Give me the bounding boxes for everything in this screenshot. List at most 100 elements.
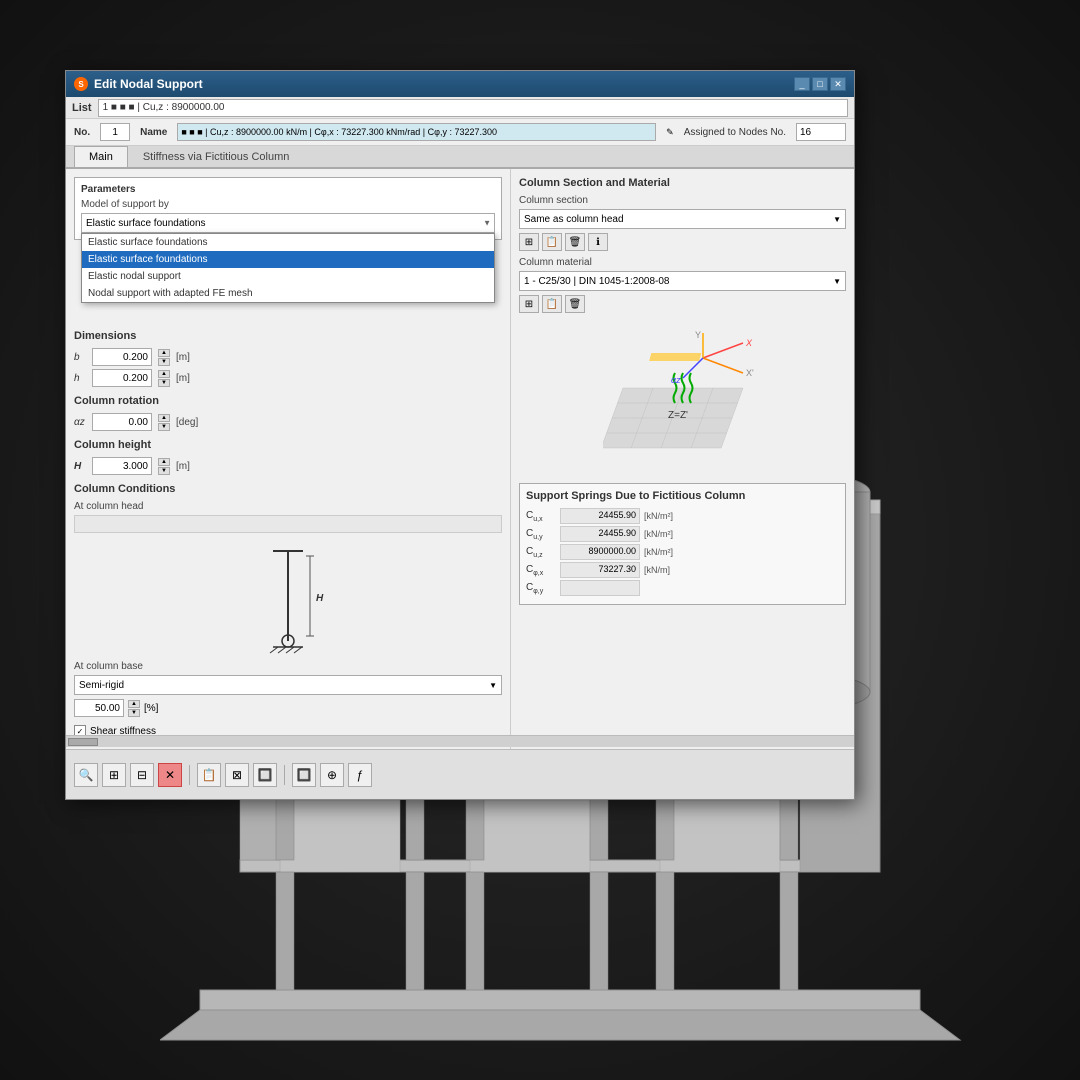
scrollbar-thumb[interactable] xyxy=(68,738,98,746)
minimize-button[interactable]: _ xyxy=(794,77,810,91)
col-diagram: H xyxy=(74,541,502,661)
coord-svg: X X' Y αz Z=Z' xyxy=(603,328,763,468)
az-unit: [deg] xyxy=(176,417,198,428)
dropdown-option-3[interactable]: Elastic nodal support xyxy=(82,268,494,285)
dropdown-arrow-icon: ▼ xyxy=(483,219,491,228)
col-base-section: At column base Semi-rigid ▼ ▲ ▼ [%] xyxy=(74,661,502,717)
springs-label: Support Springs Due to Fictitious Column xyxy=(526,490,839,502)
dropdown-option-2[interactable]: Elastic surface foundations xyxy=(82,251,494,268)
section-icon-1[interactable]: ⊞ xyxy=(519,233,539,251)
dim-h-label: h xyxy=(74,373,86,384)
svg-text:Z=Z': Z=Z' xyxy=(668,410,688,421)
list-item[interactable]: 1 ■ ■ ■ | Cu,z : 8900000.00 xyxy=(98,99,848,117)
dim-b-field[interactable] xyxy=(92,348,152,366)
dropdown-popup: Elastic surface foundations Elastic surf… xyxy=(81,233,495,303)
tab-stiffness[interactable]: Stiffness via Fictitious Column xyxy=(128,146,305,167)
spring-label-0: Cu,x xyxy=(526,510,556,523)
svg-text:X: X xyxy=(745,338,753,348)
spin-down-pct-icon[interactable]: ▼ xyxy=(128,709,140,717)
toolbar-btn-2[interactable]: ⊞ xyxy=(102,763,126,787)
tab-main[interactable]: Main xyxy=(74,146,128,167)
no-field[interactable] xyxy=(100,123,130,141)
svg-text:X': X' xyxy=(746,368,754,378)
percent-field[interactable] xyxy=(74,699,124,717)
toolbar-btn-3[interactable]: ⊟ xyxy=(130,763,154,787)
model-dropdown[interactable]: Elastic surface foundations ▼ xyxy=(81,213,495,233)
spring-value-1: 24455.90 xyxy=(560,526,640,542)
spring-value-0: 24455.90 xyxy=(560,508,640,524)
tab-bar: Main Stiffness via Fictitious Column xyxy=(66,146,854,169)
dim-b-spinner[interactable]: ▲ ▼ xyxy=(158,349,170,366)
spin-down-h-icon[interactable]: ▼ xyxy=(158,379,170,387)
base-select[interactable]: Semi-rigid ▼ xyxy=(74,675,502,695)
material-icon-1[interactable]: ⊞ xyxy=(519,295,539,313)
toolbar-btn-9[interactable]: ⊕ xyxy=(320,763,344,787)
name-field[interactable] xyxy=(177,123,656,141)
material-icon-3[interactable]: 🗑 xyxy=(565,295,585,313)
model-dropdown-container: Elastic surface foundations ▼ Elastic su… xyxy=(81,213,495,233)
toolbar-delete-btn[interactable]: ✕ xyxy=(158,763,182,787)
right-panel: Column Section and Material Column secti… xyxy=(511,169,854,787)
toolbar-btn-10[interactable]: ƒ xyxy=(348,763,372,787)
az-field[interactable] xyxy=(92,413,152,431)
col-height-section: Column height H ▲ ▼ [m] xyxy=(74,439,502,475)
params-label: Parameters xyxy=(81,184,495,195)
base-dropdown-arrow: ▼ xyxy=(489,681,497,690)
H-field[interactable] xyxy=(92,457,152,475)
toolbar-btn-7[interactable]: 🔲 xyxy=(253,763,277,787)
toolbar-btn-1[interactable]: 🔍 xyxy=(74,763,98,787)
edit-icon[interactable]: ✎ xyxy=(666,127,674,138)
assigned-field[interactable] xyxy=(796,123,846,141)
section-icon-row: ⊞ 📋 🗑 ℹ xyxy=(519,233,846,251)
spin-down-icon[interactable]: ▼ xyxy=(158,358,170,366)
col-rotation-row: αz ▲ ▼ [deg] xyxy=(74,413,502,431)
left-panel: Parameters Model of support by Elastic s… xyxy=(66,169,511,787)
toolbar-btn-5[interactable]: 📋 xyxy=(197,763,221,787)
spring-label-1: Cu,y xyxy=(526,528,556,541)
toolbar-btn-8[interactable]: 🔲 xyxy=(292,763,316,787)
percent-spinner[interactable]: ▲ ▼ xyxy=(128,700,140,717)
section-icon-3[interactable]: 🗑 xyxy=(565,233,585,251)
section-info-icon[interactable]: ℹ xyxy=(588,233,608,251)
dim-b-row: b ▲ ▼ [m] xyxy=(74,348,502,366)
dims-section: Dimensions b ▲ ▼ [m] h ▲ ▼ xyxy=(74,330,502,387)
dropdown-option-4[interactable]: Nodal support with adapted FE mesh xyxy=(82,285,494,302)
spin-up-H-icon[interactable]: ▲ xyxy=(158,458,170,466)
dim-b-label: b xyxy=(74,352,86,363)
model-dropdown-value: Elastic surface foundations xyxy=(86,218,206,229)
spin-up-h-icon[interactable]: ▲ xyxy=(158,370,170,378)
svg-text:Y: Y xyxy=(695,330,701,340)
col-section-dropdown[interactable]: Same as column head ▼ xyxy=(519,209,846,229)
model-support-label: Model of support by xyxy=(81,199,495,210)
spring-label-4: Cφ,y xyxy=(526,582,556,595)
dim-h-spinner[interactable]: ▲ ▼ xyxy=(158,370,170,387)
spin-up-pct-icon[interactable]: ▲ xyxy=(128,700,140,708)
section-icon-2[interactable]: 📋 xyxy=(542,233,562,251)
scrollbar-horizontal[interactable] xyxy=(66,735,854,747)
col-material-dropdown[interactable]: 1 - C25/30 | DIN 1045-1:2008-08 ▼ xyxy=(519,271,846,291)
az-spinner[interactable]: ▲ ▼ xyxy=(158,414,170,431)
close-button[interactable]: ✕ xyxy=(830,77,846,91)
material-icon-2[interactable]: 📋 xyxy=(542,295,562,313)
spin-up-az-icon[interactable]: ▲ xyxy=(158,414,170,422)
dim-h-field[interactable] xyxy=(92,369,152,387)
list-label: List xyxy=(72,102,92,114)
col-section-material: Column Section and Material Column secti… xyxy=(519,177,846,313)
no-name-row: No. Name ✎ Assigned to Nodes No. xyxy=(66,119,854,146)
spring-value-2: 8900000.00 xyxy=(560,544,640,560)
section-arrow-icon: ▼ xyxy=(833,215,841,224)
H-spinner[interactable]: ▲ ▼ xyxy=(158,458,170,475)
spring-unit-1: [kN/m²] xyxy=(644,529,673,539)
spring-label-3: Cφ,x xyxy=(526,564,556,577)
spin-up-icon[interactable]: ▲ xyxy=(158,349,170,357)
dropdown-option-1[interactable]: Elastic surface foundations xyxy=(82,234,494,251)
bottom-toolbar: 🔍 ⊞ ⊟ ✕ 📋 ⊠ 🔲 🔲 ⊕ ƒ xyxy=(66,749,854,799)
spin-down-H-icon[interactable]: ▼ xyxy=(158,467,170,475)
toolbar-btn-6[interactable]: ⊠ xyxy=(225,763,249,787)
dialog-window: S Edit Nodal Support _ □ ✕ List 1 ■ ■ ■ … xyxy=(65,70,855,800)
material-arrow-icon: ▼ xyxy=(833,277,841,286)
spring-row-1: Cu,y 24455.90 [kN/m²] xyxy=(526,526,839,542)
col-material-label: Column material xyxy=(519,257,846,268)
maximize-button[interactable]: □ xyxy=(812,77,828,91)
spin-down-az-icon[interactable]: ▼ xyxy=(158,423,170,431)
